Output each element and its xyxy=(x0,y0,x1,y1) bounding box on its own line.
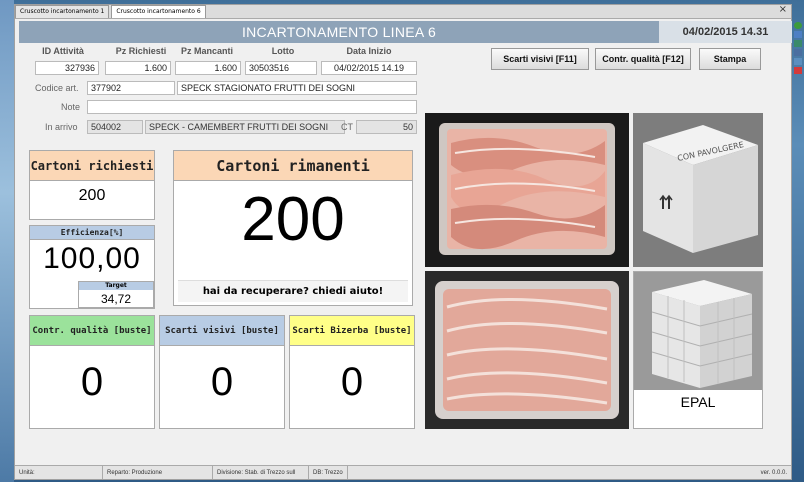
title-bar: INCARTONAMENTO LINEA 6 04/02/2015 14.31 xyxy=(19,21,792,43)
efficienza-value: 100,00 xyxy=(43,242,141,275)
status-version: ver. 0.0.0. xyxy=(760,469,787,476)
page-title: INCARTONAMENTO LINEA 6 xyxy=(241,24,437,40)
scarti-bizerba-label: Scarti Bizerba [buste] xyxy=(290,316,414,346)
pz-richiesti-label: Pz Richiesti xyxy=(115,46,167,56)
speck-tray-image xyxy=(439,123,615,255)
status-db: DB: Trezzo xyxy=(309,466,348,479)
codice-description-field[interactable]: SPECK STAGIONATO FRUTTI DEI SOGNI xyxy=(177,81,417,95)
refresh-icon[interactable] xyxy=(794,22,802,29)
cartoni-rimanenti-value: 200 xyxy=(241,185,345,254)
speck-tray-sealed-image xyxy=(435,281,619,419)
ct-label: CT xyxy=(341,122,353,132)
codice-art-label: Codice art. xyxy=(35,83,79,93)
efficienza-label: Efficienza[%] xyxy=(30,226,154,240)
cartoni-richiesti-label: Cartoni richiesti xyxy=(30,151,154,181)
id-attivita-field[interactable]: 327936 xyxy=(35,61,99,75)
target-box: Target 34,72 xyxy=(78,281,154,308)
cartoni-richiesti-panel: Cartoni richiesti 200 xyxy=(29,150,155,220)
lotto-field[interactable]: 30503516 xyxy=(245,61,317,75)
in-arrivo-description-field: SPECK - CAMEMBERT FRUTTI DEI SOGNI xyxy=(145,120,345,134)
codice-art-field[interactable]: 377902 xyxy=(87,81,175,95)
note-label: Note xyxy=(61,102,81,112)
cartoni-rimanenti-label: Cartoni rimanenti xyxy=(174,151,412,181)
product-photo-top xyxy=(425,113,629,267)
scarti-visivi-label: Scarti visivi [buste] xyxy=(160,316,284,346)
current-datetime: 04/02/2015 14.31 xyxy=(659,21,792,43)
window-icon[interactable] xyxy=(794,31,802,38)
lotto-label: Lotto xyxy=(271,46,295,56)
close-icon[interactable]: × xyxy=(779,4,787,15)
status-divisione: Divisione: Stab. di Trezzo sull xyxy=(213,466,309,479)
stampa-button[interactable]: Stampa xyxy=(699,48,761,70)
status-unita: Unità: xyxy=(15,466,103,479)
in-arrivo-code-field: 504002 xyxy=(87,120,143,134)
desktop-background xyxy=(0,0,14,482)
note-field[interactable] xyxy=(87,100,417,114)
scarti-bizerba-panel: Scarti Bizerba [buste] 0 xyxy=(289,315,415,429)
data-inizio-label: Data Inizio xyxy=(346,46,392,56)
scarti-visivi-panel: Scarti visivi [buste] 0 xyxy=(159,315,285,429)
efficienza-panel: Efficienza[%] 100,00 Target 34,72 xyxy=(29,225,155,309)
pz-mancanti-label: Pz Mancanti xyxy=(180,46,233,56)
list-icon[interactable] xyxy=(794,40,802,47)
window-restore-icon[interactable] xyxy=(794,58,802,65)
status-reparto: Reparto: Produzione xyxy=(103,466,213,479)
pallet-photo: EPAL xyxy=(633,271,763,429)
tab-cruscotto-6[interactable]: Cruscotto incartonamento 6 xyxy=(111,5,206,18)
scarti-visivi-button[interactable]: Scarti visivi [F11] xyxy=(491,48,589,70)
cartoni-rimanenti-panel: Cartoni rimanenti 200 hai da recuperare?… xyxy=(173,150,413,306)
app-window: Cruscotto incartonamento 1 Cruscotto inc… xyxy=(14,4,792,480)
data-inizio-field[interactable]: 04/02/2015 14.19 xyxy=(321,61,417,75)
pz-mancanti-field[interactable]: 1.600 xyxy=(175,61,241,75)
carton-box-image: CON PAVOLGERE xyxy=(633,113,763,267)
target-value: 34,72 xyxy=(100,292,132,306)
help-message: hai da recuperare? chiedi aiuto! xyxy=(178,280,408,302)
in-arrivo-label: In arrivo xyxy=(45,122,78,132)
status-bar: Unità: Reparto: Produzione Divisione: St… xyxy=(15,465,791,479)
target-label: Target xyxy=(79,282,153,290)
contr-qualita-button[interactable]: Contr. qualità [F12] xyxy=(595,48,691,70)
contr-qualita-panel: Contr. qualità [buste] 0 xyxy=(29,315,155,429)
scarti-bizerba-value: 0 xyxy=(340,360,364,404)
pz-richiesti-field[interactable]: 1.600 xyxy=(105,61,171,75)
ct-field: 50 xyxy=(356,120,417,134)
scarti-visivi-value: 0 xyxy=(210,360,234,404)
product-photo-bottom xyxy=(425,271,629,429)
contr-qualita-value: 0 xyxy=(80,360,104,404)
side-toolbar xyxy=(792,20,804,76)
cartoni-richiesti-value: 200 xyxy=(78,187,106,204)
pallet-type-label: EPAL xyxy=(680,394,716,410)
tab-bar: Cruscotto incartonamento 1 Cruscotto inc… xyxy=(15,5,791,19)
id-attivita-label: ID Attività xyxy=(42,46,84,56)
carton-photo: CON PAVOLGERE xyxy=(633,113,763,267)
settings-icon[interactable] xyxy=(794,49,802,56)
close-red-icon[interactable] xyxy=(794,67,802,74)
tab-cruscotto-1[interactable]: Cruscotto incartonamento 1 xyxy=(15,5,110,18)
contr-qualita-label: Contr. qualità [buste] xyxy=(30,316,154,346)
pallet-boxes-image xyxy=(634,272,762,390)
